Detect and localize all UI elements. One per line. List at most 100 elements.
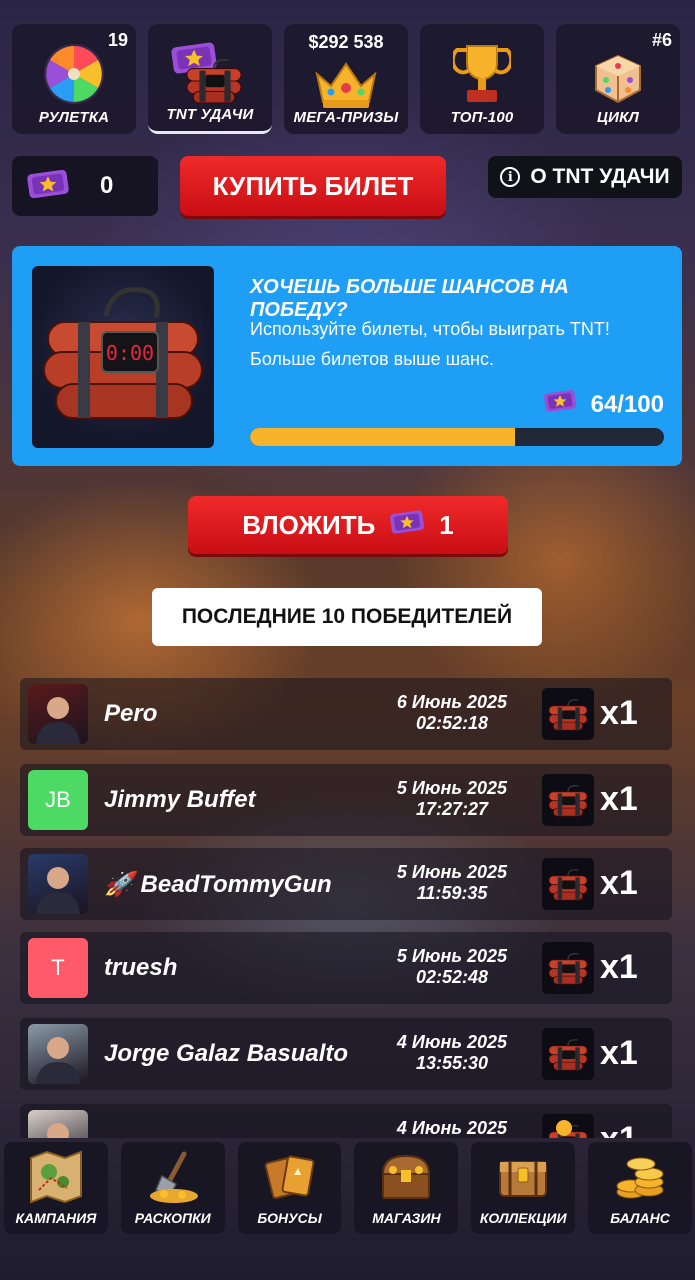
invest-button[interactable]: ВЛОЖИТЬ 1 [188, 496, 508, 554]
nav-label: ТОП-100 [450, 109, 514, 126]
nav-tab-roulette[interactable]: 19 РУЛЕТКА [12, 24, 136, 134]
buy-ticket-button[interactable]: КУПИТЬ БИЛЕТ [180, 156, 446, 216]
winner-datetime: 4 Июнь 2025 [372, 1118, 532, 1138]
winner-datetime: 6 Июнь 2025 02:52:18 [372, 692, 532, 734]
winner-time: 02:52:48 [415, 967, 489, 987]
ticket-icon [543, 388, 577, 421]
winner-name: Jorge Galaz Basualto [104, 1040, 348, 1067]
tnt-bomb-image: 0:00 [32, 266, 214, 448]
winner-quantity: x1 [600, 1120, 638, 1138]
crown-icon [313, 58, 379, 115]
tnt-icon [542, 942, 594, 994]
cards-icon [261, 1150, 319, 1209]
winner-date: 4 Июнь 2025 [396, 1118, 508, 1138]
panel-description: Используйте билеты, чтобы выиграть TNT! … [250, 314, 670, 374]
avatar [28, 1024, 88, 1084]
dice-icon [588, 44, 648, 111]
avatar [28, 684, 88, 744]
coins-icon [611, 1150, 669, 1209]
avatar: JB [28, 770, 88, 830]
about-tnt-luck-button[interactable]: i О TNT УДАЧИ [488, 156, 682, 198]
info-icon: i [500, 167, 521, 187]
bottom-tab-campaign[interactable]: КАМПАНИЯ [4, 1142, 108, 1234]
avatar: T [28, 938, 88, 998]
winner-time: 13:55:30 [415, 1053, 489, 1073]
ticket-counter: 0 [12, 156, 158, 216]
bottom-tab-label: КАМПАНИЯ [15, 1210, 97, 1226]
bottom-nav: КАМПАНИЯ РАСКОПКИ БОНУСЫ МАГАЗИН КОЛЛЕКЦ… [4, 1142, 692, 1236]
winner-name: 🚀 BeadTommyGun [104, 871, 332, 898]
winner-name: truesh [104, 954, 178, 981]
bottom-tab-balance[interactable]: БАЛАНС [588, 1142, 692, 1234]
nav-tab-cycle[interactable]: #6 ЦИКЛ [556, 24, 680, 134]
winner-name: Pero [104, 700, 158, 727]
scroll-indicator-dot [556, 1120, 572, 1136]
winner-date: 5 Июнь 2025 [396, 778, 508, 798]
trophy-icon [450, 40, 514, 111]
nav-tab-mega-prizes[interactable]: $292 538 МЕГА-ПРИЗЫ [284, 24, 408, 134]
winner-date: 5 Июнь 2025 [396, 862, 508, 882]
bottom-tab-label: КОЛЛЕКЦИИ [479, 1210, 567, 1226]
winner-date: 5 Июнь 2025 [396, 946, 508, 966]
winner-time: 17:27:27 [415, 799, 489, 819]
mega-prize-amount: $292 538 [308, 32, 384, 52]
winner-quantity: x1 [600, 780, 638, 818]
nav-tab-top-100[interactable]: ТОП-100 [420, 24, 544, 134]
chances-panel: 0:00 ХОЧЕШЬ БОЛЬШЕ ШАНСОВ НА ПОБЕДУ? Исп… [12, 246, 682, 466]
winner-name: Jimmy Buffet [104, 786, 256, 813]
winner-row: 4 Июнь 2025 x1 [20, 1104, 672, 1138]
panel-line-1: Используйте билеты, чтобы выиграть TNT! [250, 319, 610, 339]
shovel-icon [144, 1150, 202, 1209]
progress-fill [250, 428, 515, 446]
winner-row: Pero 6 Июнь 2025 02:52:18 x1 [20, 678, 672, 750]
bottom-tab-label: БОНУСЫ [257, 1210, 322, 1226]
treasure-chest-icon [377, 1150, 435, 1209]
invest-amount: 1 [439, 509, 454, 540]
tnt-ticket-icon [170, 40, 250, 111]
bomb-timer: 0:00 [106, 341, 154, 365]
tnt-icon [542, 858, 594, 910]
winner-datetime: 4 Июнь 2025 13:55:30 [372, 1032, 532, 1074]
winner-quantity: x1 [600, 948, 638, 986]
nav-label: РУЛЕТКА [38, 109, 110, 126]
bottom-tab-label: РАСКОПКИ [134, 1210, 211, 1226]
tnt-icon [542, 774, 594, 826]
ticket-icon [389, 508, 425, 543]
winner-time: 11:59:35 [416, 883, 488, 903]
progress-label: 64/100 [543, 388, 664, 421]
winner-row: Ttruesh 5 Июнь 2025 02:52:48 x1 [20, 932, 672, 1004]
winner-datetime: 5 Июнь 2025 11:59:35 [372, 862, 532, 904]
winner-date: 4 Июнь 2025 [396, 1032, 508, 1052]
bottom-tab-shop[interactable]: МАГАЗИН [354, 1142, 459, 1234]
top-nav: 19 РУЛЕТКА TNT УДАЧИ $292 538 МЕГА-ПРИЗЫ… [12, 24, 684, 136]
winner-time: 02:52:18 [415, 713, 489, 733]
bottom-tab-label: БАЛАНС [610, 1210, 670, 1226]
winner-datetime: 5 Июнь 2025 17:27:27 [372, 778, 532, 820]
avatar [28, 854, 88, 914]
ticket-icon [26, 167, 70, 206]
winner-datetime: 5 Июнь 2025 02:52:48 [372, 946, 532, 988]
progress-bar [250, 428, 664, 446]
winner-quantity: x1 [600, 694, 638, 732]
invest-label: ВЛОЖИТЬ [242, 509, 376, 540]
winner-quantity: x1 [600, 1034, 638, 1072]
roulette-count-badge: 19 [107, 30, 128, 50]
winners-list[interactable]: Pero 6 Июнь 2025 02:52:18 x1 JB Jimmy Buffet 5… [20, 678, 672, 1138]
winner-row: Jorge Galaz Basualto 4 Июнь 2025 13:55:30 x… [20, 1018, 672, 1090]
bottom-tab-excavations[interactable]: РАСКОПКИ [120, 1142, 225, 1234]
bottom-tab-collections[interactable]: КОЛЛЕКЦИИ [471, 1142, 576, 1234]
tnt-icon [542, 1028, 594, 1080]
collection-chest-icon [494, 1150, 552, 1209]
nav-tab-tnt-luck[interactable]: TNT УДАЧИ [148, 24, 272, 134]
winner-quantity: x1 [600, 864, 638, 902]
winner-date: 6 Июнь 2025 [396, 692, 508, 712]
about-label: О TNT УДАЧИ [530, 165, 670, 188]
avatar [28, 1110, 88, 1138]
winner-row: 🚀 BeadTommyGun 5 Июнь 2025 11:59:35 x1 [20, 848, 672, 920]
cycle-number-badge: #6 [651, 30, 672, 50]
ticket-count: 0 [100, 172, 114, 199]
bottom-tab-bonuses[interactable]: БОНУСЫ [237, 1142, 342, 1234]
winner-row: JB Jimmy Buffet 5 Июнь 2025 17:27:27 x1 [20, 764, 672, 836]
panel-line-2: Больше билетов выше шанс. [250, 349, 495, 369]
map-icon [27, 1150, 85, 1209]
